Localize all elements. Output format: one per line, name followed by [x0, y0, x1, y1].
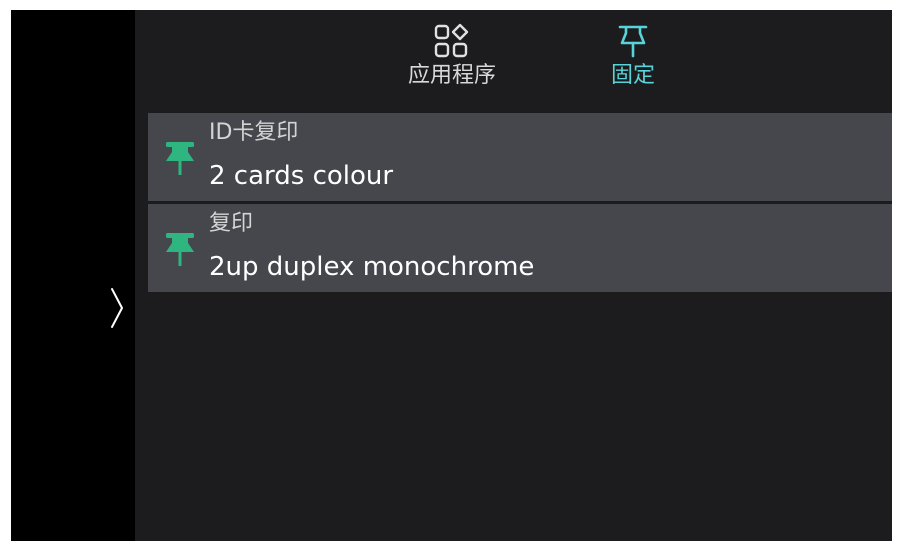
- device-screen: 应用程序 固定 ID卡复印 2 cards colour 复印 2up dupl…: [11, 10, 892, 541]
- item-name: 2 cards colour: [209, 161, 394, 191]
- item-category: 复印: [209, 211, 254, 236]
- chevron-right-icon: [111, 288, 123, 328]
- tab-apps[interactable]: 应用程序: [399, 10, 505, 108]
- tab-pinned-label: 固定: [610, 63, 655, 88]
- expand-sidebar-button[interactable]: [103, 284, 131, 332]
- item-name: 2up duplex monochrome: [209, 252, 535, 282]
- pin-icon: [166, 142, 194, 175]
- pin-icon: [618, 25, 648, 58]
- pinned-item[interactable]: 复印 2up duplex monochrome: [148, 204, 892, 292]
- apps-grid-icon: [434, 23, 469, 58]
- pinned-item[interactable]: ID卡复印 2 cards colour: [148, 113, 892, 201]
- item-category: ID卡复印: [209, 120, 299, 145]
- left-rail: [11, 10, 135, 541]
- tab-apps-label: 应用程序: [407, 63, 496, 88]
- tab-pinned[interactable]: 固定: [601, 10, 665, 108]
- pin-icon: [166, 233, 194, 266]
- main-panel: 应用程序 固定 ID卡复印 2 cards colour 复印 2up dupl…: [135, 10, 892, 541]
